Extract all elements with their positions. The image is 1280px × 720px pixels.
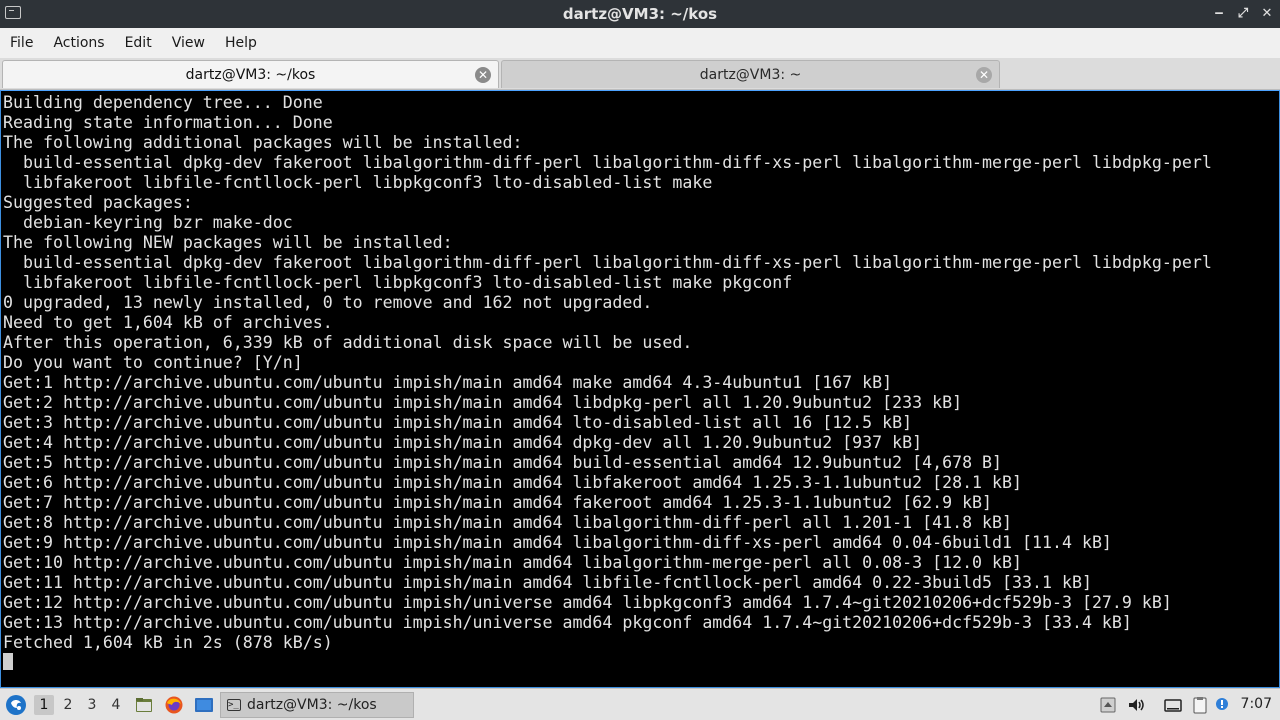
terminal-line: build-essential dpkg-dev fakeroot libalg… <box>3 153 1212 172</box>
terminal-view[interactable]: Building dependency tree... Done Reading … <box>0 90 1280 688</box>
tab-bar: dartz@VM3: ~/kos ✕ dartz@VM3: ~ ✕ <box>0 58 1280 90</box>
terminal-line: After this operation, 6,339 kB of additi… <box>3 333 693 352</box>
tab-close-icon[interactable]: ✕ <box>976 67 992 83</box>
clock[interactable]: 7:07 <box>1241 689 1272 720</box>
show-desktop-icon[interactable] <box>194 695 214 715</box>
terminal-line: Building dependency tree... Done <box>3 93 323 112</box>
terminal-line: Fetched 1,604 kB in 2s (878 kB/s) <box>3 633 333 652</box>
update-notifier-icon[interactable] <box>1214 695 1234 715</box>
terminal-cursor <box>3 653 13 670</box>
menu-help[interactable]: Help <box>215 28 267 58</box>
volume-icon[interactable] <box>1126 695 1146 715</box>
taskbar: 1 2 3 4 >_ dartz@VM3: ~/kos 7:07 <box>0 688 1280 720</box>
menu-file[interactable]: File <box>0 28 43 58</box>
close-icon[interactable]: ✕ <box>1260 7 1274 21</box>
terminal-line: debian-keyring bzr make-doc <box>3 213 293 232</box>
firefox-icon[interactable] <box>164 695 184 715</box>
terminal-line: Get:8 http://archive.ubuntu.com/ubuntu i… <box>3 513 1013 532</box>
menu-actions[interactable]: Actions <box>43 28 114 58</box>
terminal-line: libfakeroot libfile-fcntllock-perl libpk… <box>3 173 713 192</box>
tab-kos[interactable]: dartz@VM3: ~/kos ✕ <box>2 60 499 88</box>
tab-close-icon[interactable]: ✕ <box>475 67 491 83</box>
window-titlebar[interactable]: dartz@VM3: ~/kos ‒ ⤢ ✕ <box>0 0 1280 28</box>
terminal-line: Get:6 http://archive.ubuntu.com/ubuntu i… <box>3 473 1023 492</box>
terminal-line: Reading state information... Done <box>3 113 333 132</box>
menu-bar: File Actions Edit View Help <box>0 28 1280 58</box>
window-controls: ‒ ⤢ ✕ <box>1212 0 1274 28</box>
maximize-icon[interactable]: ⤢ <box>1236 7 1250 21</box>
terminal-line: libfakeroot libfile-fcntllock-perl libpk… <box>3 273 793 292</box>
workspace-4[interactable]: 4 <box>106 695 126 715</box>
clipboard-icon[interactable] <box>1190 695 1210 715</box>
terminal-output: Building dependency tree... Done Reading … <box>3 93 1212 653</box>
start-menu-icon[interactable] <box>5 694 27 716</box>
terminal-line: Get:5 http://archive.ubuntu.com/ubuntu i… <box>3 453 1003 472</box>
terminal-line: Suggested packages: <box>3 193 193 212</box>
tab-label: dartz@VM3: ~/kos <box>185 66 316 83</box>
terminal-line: Need to get 1,604 kB of archives. <box>3 313 333 332</box>
terminal-line: The following additional packages will b… <box>3 133 523 152</box>
terminal-line: Get:2 http://archive.ubuntu.com/ubuntu i… <box>3 393 963 412</box>
terminal-line: Get:1 http://archive.ubuntu.com/ubuntu i… <box>3 373 893 392</box>
workspace-2[interactable]: 2 <box>58 695 78 715</box>
terminal-line: The following NEW packages will be insta… <box>3 233 453 252</box>
terminal-line: Get:3 http://archive.ubuntu.com/ubuntu i… <box>3 413 913 432</box>
minimize-icon[interactable]: ‒ <box>1212 7 1226 21</box>
terminal-line: Get:11 http://archive.ubuntu.com/ubuntu … <box>3 573 1092 592</box>
workspace-3[interactable]: 3 <box>82 695 102 715</box>
terminal-line: 0 upgraded, 13 newly installed, 0 to rem… <box>3 293 653 312</box>
terminal-line: Get:4 http://archive.ubuntu.com/ubuntu i… <box>3 433 923 452</box>
terminal-line: Get:12 http://archive.ubuntu.com/ubuntu … <box>3 593 1172 612</box>
terminal-line: Do you want to continue? [Y/n] <box>3 353 303 372</box>
removable-media-icon[interactable] <box>1098 695 1118 715</box>
keyboard-icon[interactable] <box>1163 695 1183 715</box>
terminal-line: Get:9 http://archive.ubuntu.com/ubuntu i… <box>3 533 1112 552</box>
taskbar-window-label: dartz@VM3: ~/kos <box>247 697 377 713</box>
terminal-icon: >_ <box>227 699 241 711</box>
menu-edit[interactable]: Edit <box>115 28 162 58</box>
window-title: dartz@VM3: ~/kos <box>562 5 718 23</box>
terminal-app-icon <box>5 6 21 19</box>
terminal-line: Get:13 http://archive.ubuntu.com/ubuntu … <box>3 613 1132 632</box>
menu-view[interactable]: View <box>162 28 215 58</box>
tab-label: dartz@VM3: ~ <box>699 66 802 83</box>
taskbar-window-button[interactable]: >_ dartz@VM3: ~/kos <box>220 692 414 718</box>
terminal-line: Get:10 http://archive.ubuntu.com/ubuntu … <box>3 553 1023 572</box>
workspace-1[interactable]: 1 <box>34 695 54 715</box>
tab-home[interactable]: dartz@VM3: ~ ✕ <box>501 60 1000 88</box>
terminal-line: Get:7 http://archive.ubuntu.com/ubuntu i… <box>3 493 993 512</box>
terminal-line: build-essential dpkg-dev fakeroot libalg… <box>3 253 1212 272</box>
file-manager-icon[interactable] <box>134 695 154 715</box>
